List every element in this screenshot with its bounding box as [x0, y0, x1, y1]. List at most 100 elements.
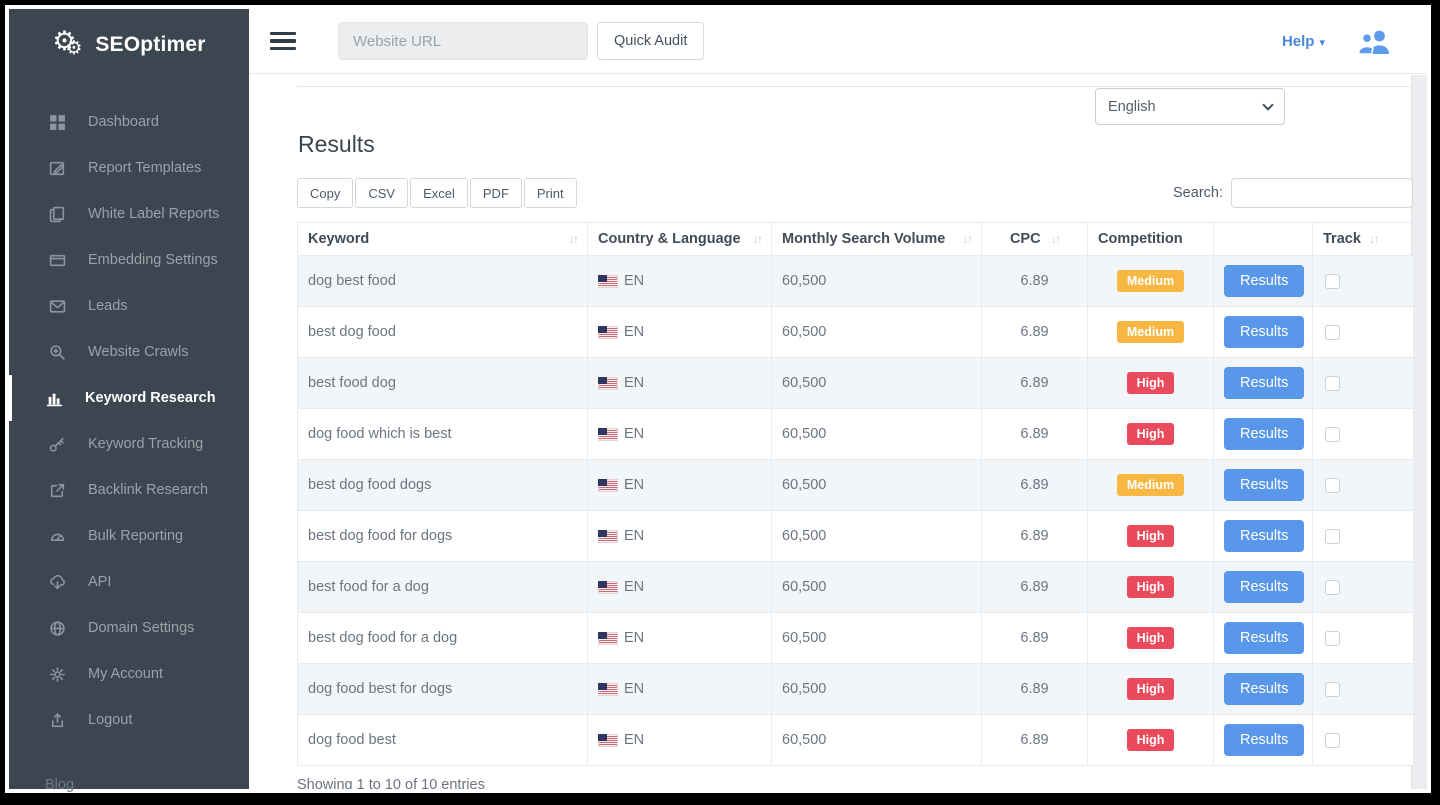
users-icon[interactable]	[1355, 28, 1393, 55]
competition-cell: High	[1088, 715, 1214, 766]
results-cell: Results	[1214, 613, 1313, 664]
results-button[interactable]: Results	[1224, 571, 1304, 603]
hamburger-menu-icon[interactable]	[270, 28, 296, 55]
track-checkbox[interactable]	[1325, 682, 1340, 697]
results-button[interactable]: Results	[1224, 316, 1304, 348]
sort-icon[interactable]: ↓↑	[1369, 232, 1378, 246]
table-row: best food dog EN 60,500 6.89 High Result…	[298, 358, 1414, 409]
volume-cell: 60,500	[772, 562, 982, 613]
sidebar-item-label: Logout	[88, 712, 132, 728]
sidebar-item-white-label-reports[interactable]: White Label Reports	[9, 191, 249, 237]
us-flag-icon	[598, 377, 618, 390]
results-table: Keyword↓↑ Country & Language↓↑ Monthly S…	[297, 222, 1414, 766]
showing-entries-text: Showing 1 to 10 of 10 entries	[297, 777, 1427, 789]
column-header-monthly-search-volume[interactable]: Monthly Search Volume↓↑	[772, 223, 982, 256]
sort-icon[interactable]: ↓↑	[753, 232, 762, 246]
us-flag-icon	[598, 632, 618, 645]
quick-audit-button[interactable]: Quick Audit	[597, 22, 704, 60]
print-button[interactable]: Print	[524, 178, 577, 208]
column-header-country-language[interactable]: Country & Language↓↑	[588, 223, 772, 256]
excel-button[interactable]: Excel	[410, 178, 468, 208]
country-cell: EN	[588, 307, 772, 358]
column-header-competition[interactable]: Competition	[1088, 223, 1214, 256]
language-select[interactable]: English	[1095, 88, 1285, 125]
sidebar-item-embedding-settings[interactable]: Embedding Settings	[9, 237, 249, 283]
results-button[interactable]: Results	[1224, 520, 1304, 552]
track-checkbox[interactable]	[1325, 580, 1340, 595]
country-cell: EN	[588, 358, 772, 409]
competition-badge: High	[1127, 372, 1175, 394]
sidebar-item-leads[interactable]: Leads	[9, 283, 249, 329]
sidebar-item-logout[interactable]: Logout	[9, 697, 249, 743]
copy-button[interactable]: Copy	[297, 178, 353, 208]
us-flag-icon	[598, 581, 618, 594]
track-checkbox[interactable]	[1325, 427, 1340, 442]
sidebar-nav: Dashboard Report Templates White Label R…	[9, 99, 249, 743]
sidebar-item-website-crawls[interactable]: Website Crawls	[9, 329, 249, 375]
website-url-input[interactable]	[338, 22, 588, 60]
track-checkbox[interactable]	[1325, 733, 1340, 748]
help-dropdown[interactable]: Help ▾	[1282, 33, 1325, 50]
results-button[interactable]: Results	[1224, 265, 1304, 297]
track-checkbox[interactable]	[1325, 274, 1340, 289]
sidebar-item-keyword-tracking[interactable]: Keyword Tracking	[9, 421, 249, 467]
logo[interactable]: ⚙⚙ SEOptimer	[9, 9, 249, 75]
sort-icon[interactable]: ↓↑	[963, 232, 972, 246]
results-button[interactable]: Results	[1224, 418, 1304, 450]
pdf-button[interactable]: PDF	[470, 178, 522, 208]
results-heading: Results	[298, 131, 1427, 158]
results-button[interactable]: Results	[1224, 367, 1304, 399]
sort-icon[interactable]: ↓↑	[569, 232, 578, 246]
sidebar-item-backlink-research[interactable]: Backlink Research	[9, 467, 249, 513]
sidebar-item-api[interactable]: API	[9, 559, 249, 605]
sidebar-item-blog[interactable]: Blog	[9, 765, 249, 805]
track-checkbox[interactable]	[1325, 478, 1340, 493]
volume-cell: 60,500	[772, 664, 982, 715]
table-body: dog best food EN 60,500 6.89 Medium Resu…	[298, 256, 1414, 766]
track-cell	[1313, 307, 1414, 358]
upload-icon	[48, 712, 67, 729]
results-button[interactable]: Results	[1224, 673, 1304, 705]
column-header-track[interactable]: Track↓↑	[1313, 223, 1414, 256]
track-checkbox[interactable]	[1325, 325, 1340, 340]
sidebar-item-label: Bulk Reporting	[88, 528, 183, 544]
sidebar-item-dashboard[interactable]: Dashboard	[9, 99, 249, 145]
results-button[interactable]: Results	[1224, 622, 1304, 654]
track-cell	[1313, 562, 1414, 613]
keyword-cell: best food dog	[298, 358, 588, 409]
keyword-cell: dog food best	[298, 715, 588, 766]
track-checkbox[interactable]	[1325, 631, 1340, 646]
keyword-cell: best dog food for dogs	[298, 511, 588, 562]
sidebar-item-label: Backlink Research	[88, 482, 208, 498]
volume-cell: 60,500	[772, 511, 982, 562]
results-button[interactable]: Results	[1224, 469, 1304, 501]
cpc-cell: 6.89	[982, 664, 1088, 715]
column-header-results	[1214, 223, 1313, 256]
csv-button[interactable]: CSV	[355, 178, 408, 208]
sidebar-item-label: White Label Reports	[88, 206, 219, 222]
track-cell	[1313, 460, 1414, 511]
us-flag-icon	[598, 326, 618, 339]
sidebar-item-bulk-reporting[interactable]: Bulk Reporting	[9, 513, 249, 559]
sidebar-item-report-templates[interactable]: Report Templates	[9, 145, 249, 191]
column-header-keyword[interactable]: Keyword↓↑	[298, 223, 588, 256]
sidebar-item-keyword-research[interactable]: Keyword Research	[9, 375, 249, 421]
magnifier-plus-icon	[48, 344, 67, 361]
keyword-cell: dog food which is best	[298, 409, 588, 460]
sidebar-item-domain-settings[interactable]: Domain Settings	[9, 605, 249, 651]
us-flag-icon	[598, 428, 618, 441]
results-button[interactable]: Results	[1224, 724, 1304, 756]
search-input[interactable]	[1231, 178, 1413, 208]
competition-cell: High	[1088, 562, 1214, 613]
track-checkbox[interactable]	[1325, 529, 1340, 544]
track-cell	[1313, 358, 1414, 409]
cpc-cell: 6.89	[982, 613, 1088, 664]
volume-cell: 60,500	[772, 256, 982, 307]
us-flag-icon	[598, 734, 618, 747]
sort-icon[interactable]: ↓↑	[1051, 232, 1060, 246]
sidebar-item-my-account[interactable]: My Account	[9, 651, 249, 697]
us-flag-icon	[598, 275, 618, 288]
column-header-cpc[interactable]: CPC↓↑	[982, 223, 1088, 256]
track-checkbox[interactable]	[1325, 376, 1340, 391]
key-icon	[48, 436, 67, 453]
